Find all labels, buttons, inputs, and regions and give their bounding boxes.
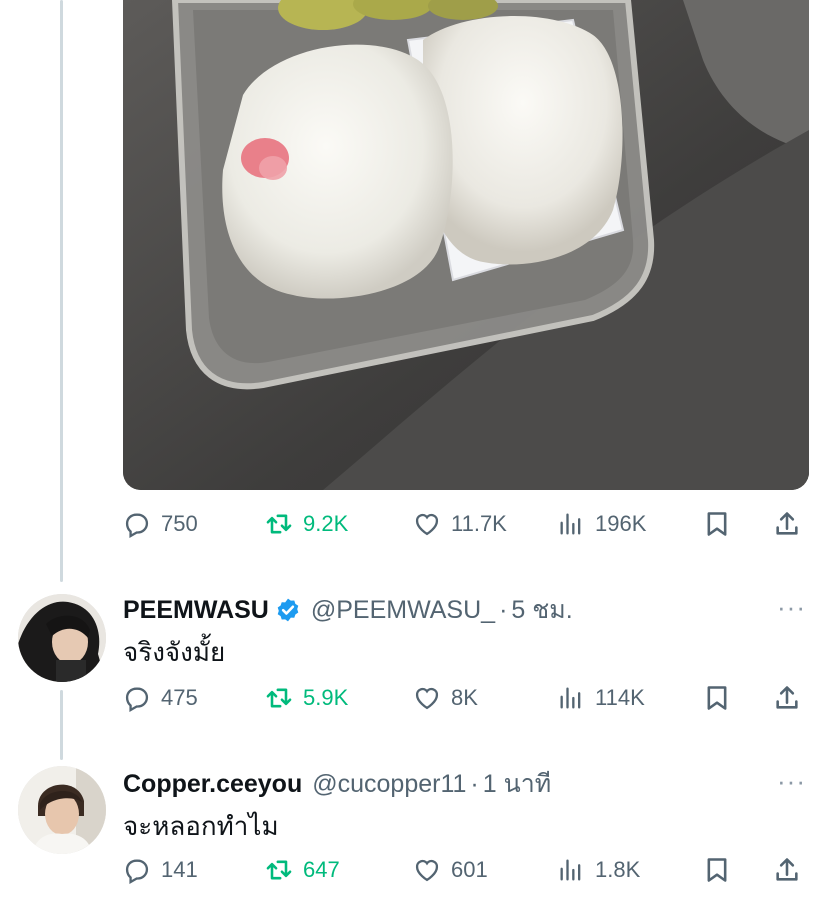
tweet-actions: 141 647 601 1.8K — [123, 852, 813, 888]
reply-button[interactable]: 750 — [123, 506, 198, 542]
avatar-image — [18, 766, 106, 854]
tweet-text: จริงจังมั้ย — [123, 637, 226, 667]
handle[interactable]: @cucopper11 — [312, 770, 466, 799]
like-count: 601 — [451, 857, 488, 882]
retweet-icon — [266, 514, 292, 534]
more-icon[interactable]: ··· — [777, 766, 806, 797]
share-icon — [776, 512, 798, 535]
bookmark-button[interactable] — [703, 506, 731, 542]
retweet-icon — [266, 860, 292, 880]
share-button[interactable] — [773, 680, 801, 716]
share-icon — [776, 858, 798, 881]
views-icon — [560, 687, 581, 709]
retweet-button[interactable]: 647 — [265, 852, 340, 888]
display-name[interactable]: Copper.ceeyou — [123, 770, 302, 799]
tweet-actions: 475 5.9K 8K 114K — [123, 680, 813, 716]
views-button[interactable]: 1.8K — [557, 852, 640, 888]
bookmark-icon — [707, 858, 727, 882]
like-button[interactable]: 11.7K — [413, 506, 507, 542]
steamed-buns-image — [123, 0, 809, 490]
reply-button[interactable]: 475 — [123, 680, 198, 716]
views-icon — [560, 513, 581, 535]
reply-icon — [125, 513, 149, 538]
like-button[interactable]: 601 — [413, 852, 488, 888]
bookmark-icon — [707, 686, 727, 710]
retweet-count: 9.2K — [303, 511, 349, 536]
avatar[interactable] — [18, 594, 106, 682]
reply-count: 141 — [161, 857, 198, 882]
handle[interactable]: @PEEMWASU_ — [311, 596, 495, 625]
share-button[interactable] — [773, 506, 801, 542]
reply-icon — [125, 687, 149, 712]
retweet-button[interactable]: 9.2K — [265, 506, 348, 542]
timestamp[interactable]: 5 ชม. — [511, 590, 572, 630]
reply-count: 475 — [161, 685, 198, 710]
like-button[interactable]: 8K — [413, 680, 478, 716]
reply-icon — [125, 859, 149, 884]
separator: · — [499, 596, 508, 624]
views-icon — [560, 859, 581, 881]
views-count: 196K — [595, 511, 647, 536]
tweet-text: จะหลอกทำไม — [123, 811, 279, 841]
retweet-icon — [266, 688, 292, 708]
like-icon — [415, 513, 439, 536]
retweet-count: 647 — [303, 857, 340, 882]
bookmark-button[interactable] — [703, 680, 731, 716]
thread-line — [60, 0, 63, 582]
tweet-photo[interactable] — [123, 0, 809, 490]
bookmark-icon — [707, 512, 727, 536]
retweet-button[interactable]: 5.9K — [265, 680, 348, 716]
like-count: 11.7K — [451, 511, 507, 536]
bookmark-button[interactable] — [703, 852, 731, 888]
share-icon — [776, 686, 798, 709]
views-button[interactable]: 114K — [557, 680, 645, 716]
verified-icon — [275, 597, 301, 623]
timestamp[interactable]: 1 นาที — [483, 764, 551, 804]
views-count: 114K — [595, 685, 645, 710]
share-button[interactable] — [773, 852, 801, 888]
avatar[interactable] — [18, 766, 106, 854]
like-icon — [415, 687, 439, 710]
tweet-header: Copper.ceeyou @cucopper11 · 1 นาที — [123, 764, 551, 804]
like-icon — [415, 859, 439, 882]
tweet-actions: 750 9.2K 11.7K 196K — [123, 506, 813, 542]
views-count: 1.8K — [595, 857, 641, 882]
retweet-count: 5.9K — [303, 685, 349, 710]
avatar-image — [18, 594, 106, 682]
separator: · — [470, 770, 479, 798]
reply-count: 750 — [161, 511, 198, 536]
reply-button[interactable]: 141 — [123, 852, 198, 888]
like-count: 8K — [451, 685, 478, 710]
tweet-header: PEEMWASU @PEEMWASU_ · 5 ชม. — [123, 590, 573, 630]
views-button[interactable]: 196K — [557, 506, 646, 542]
more-icon[interactable]: ··· — [777, 592, 806, 623]
display-name[interactable]: PEEMWASU — [123, 596, 269, 625]
